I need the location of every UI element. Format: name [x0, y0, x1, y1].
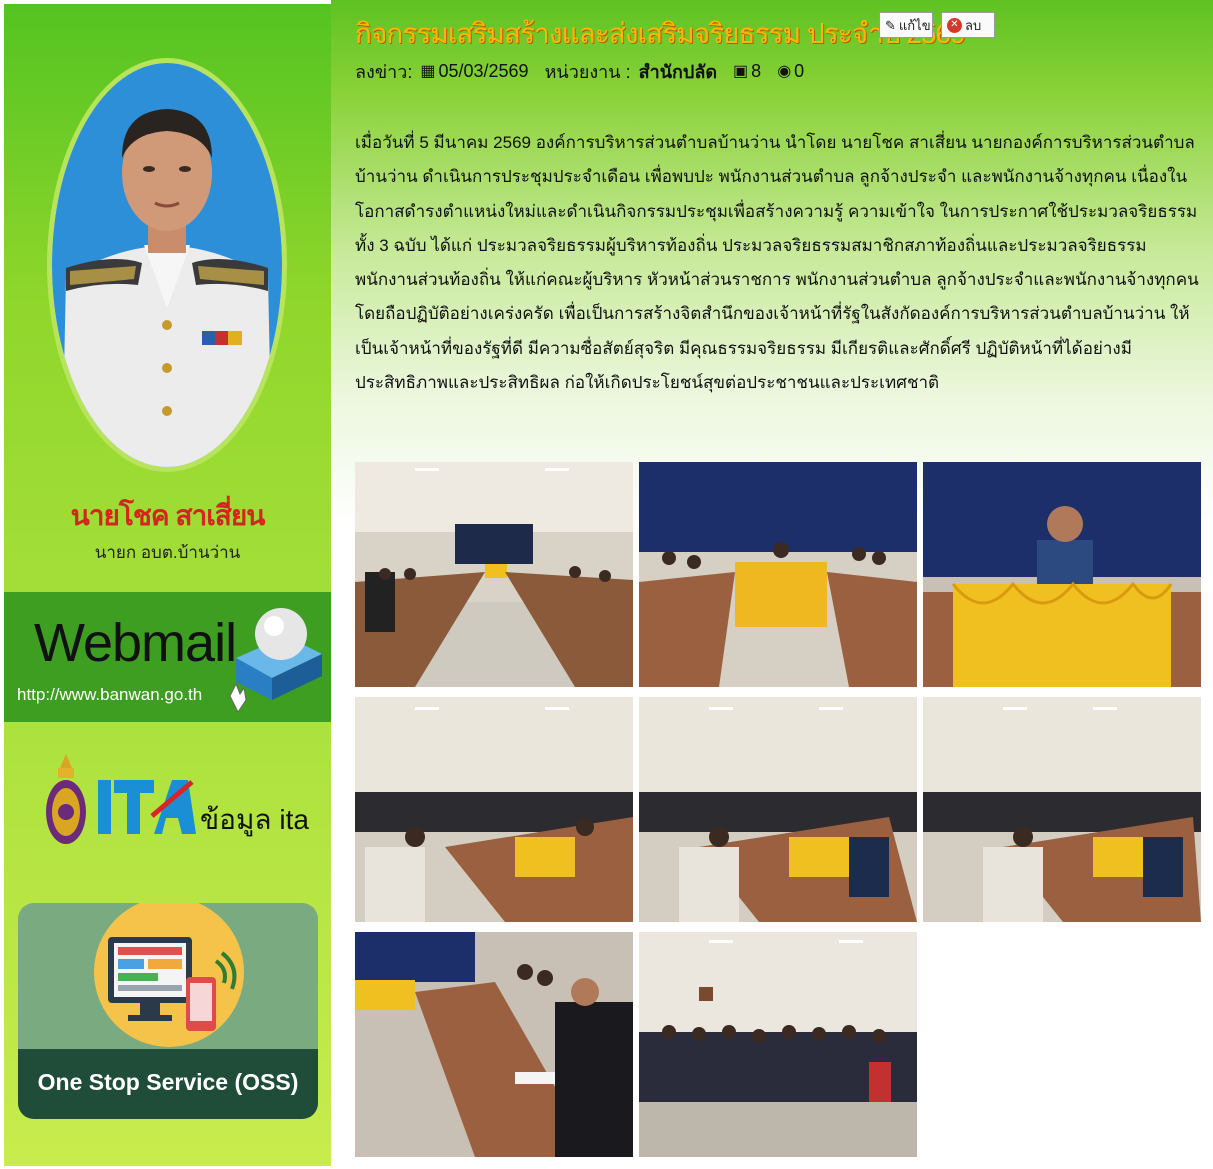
mayor-title: นายก อบต.บ้านว่าน [94, 543, 241, 562]
edit-label: แก้ไข [898, 17, 931, 33]
gallery-photo[interactable] [355, 697, 633, 922]
delete-button[interactable]: ✕ ลบ [941, 12, 995, 38]
ita-label: ข้อมูล ita [200, 804, 309, 835]
agency-label: หน่วยงาน : [544, 61, 631, 82]
webmail-title: Webmail [34, 613, 237, 673]
mayor-portrait [52, 63, 282, 467]
edit-icon: ✎ [885, 17, 896, 33]
oss-label: One Stop Service (OSS) [37, 1069, 299, 1095]
image-count: 8 [751, 60, 762, 81]
ita-logo-icon [98, 780, 196, 834]
gallery-photo[interactable] [923, 697, 1201, 922]
gallery-photo[interactable] [639, 462, 917, 687]
webmail-url: http://www.banwan.go.th [17, 685, 203, 704]
meeting-photo [923, 462, 1201, 687]
gallery-photo[interactable] [923, 462, 1201, 687]
oss-card[interactable]: One Stop Service (OSS) [18, 903, 318, 1119]
delete-icon: ✕ [947, 17, 962, 33]
view-count: 0 [794, 60, 805, 81]
posted-label: ลงข่าว: [355, 61, 413, 82]
calendar-icon: ▦ [420, 63, 436, 80]
meeting-photo [355, 462, 633, 687]
article-title: กิจกรรมเสริมสร้างและส่งเสริมจริยธรรม ประ… [355, 18, 966, 49]
mailbox-icon [229, 608, 322, 713]
article-body: เมื่อวันที่ 5 มีนาคม 2569 องค์การบริหารส… [355, 133, 1199, 393]
government-emblem-icon [46, 754, 86, 844]
mayor-name: นายโชค สาเสี่ยน [70, 500, 266, 531]
computer-phone-icon [108, 937, 237, 1031]
oss-footer: One Stop Service (OSS) [18, 1049, 318, 1119]
mayor-photo [52, 63, 282, 467]
gallery-photo[interactable] [355, 932, 633, 1157]
webmail-banner[interactable]: Webmail http://www.banwan.go.th [4, 592, 331, 722]
meeting-photo [639, 462, 917, 687]
article-panel: กิจกรรมเสริมสร้างและส่งเสริมจริยธรรม ประ… [331, 0, 1213, 1169]
posted-date: 05/03/2569 [438, 60, 529, 81]
photo-gallery [355, 462, 1203, 1158]
eye-icon: ◉ [777, 63, 792, 80]
meeting-photo [639, 697, 917, 922]
gallery-photo[interactable] [639, 697, 917, 922]
ita-banner[interactable]: ข้อมูล ita [4, 746, 331, 856]
gallery-photo[interactable] [639, 932, 917, 1157]
delete-label: ลบ [965, 17, 982, 33]
meeting-photo [923, 697, 1201, 922]
meeting-photo [355, 932, 633, 1157]
meeting-photo [639, 932, 917, 1157]
gallery-photo[interactable] [355, 462, 633, 687]
article-meta: ลงข่าว: ▦ 05/03/2569 หน่วยงาน : สำนักปลั… [355, 58, 804, 84]
agency-name: สำนักปลัด [638, 61, 718, 82]
image-icon: ▣ [733, 63, 749, 80]
meeting-photo [355, 697, 633, 922]
edit-button[interactable]: ✎ แก้ไข [879, 12, 933, 38]
